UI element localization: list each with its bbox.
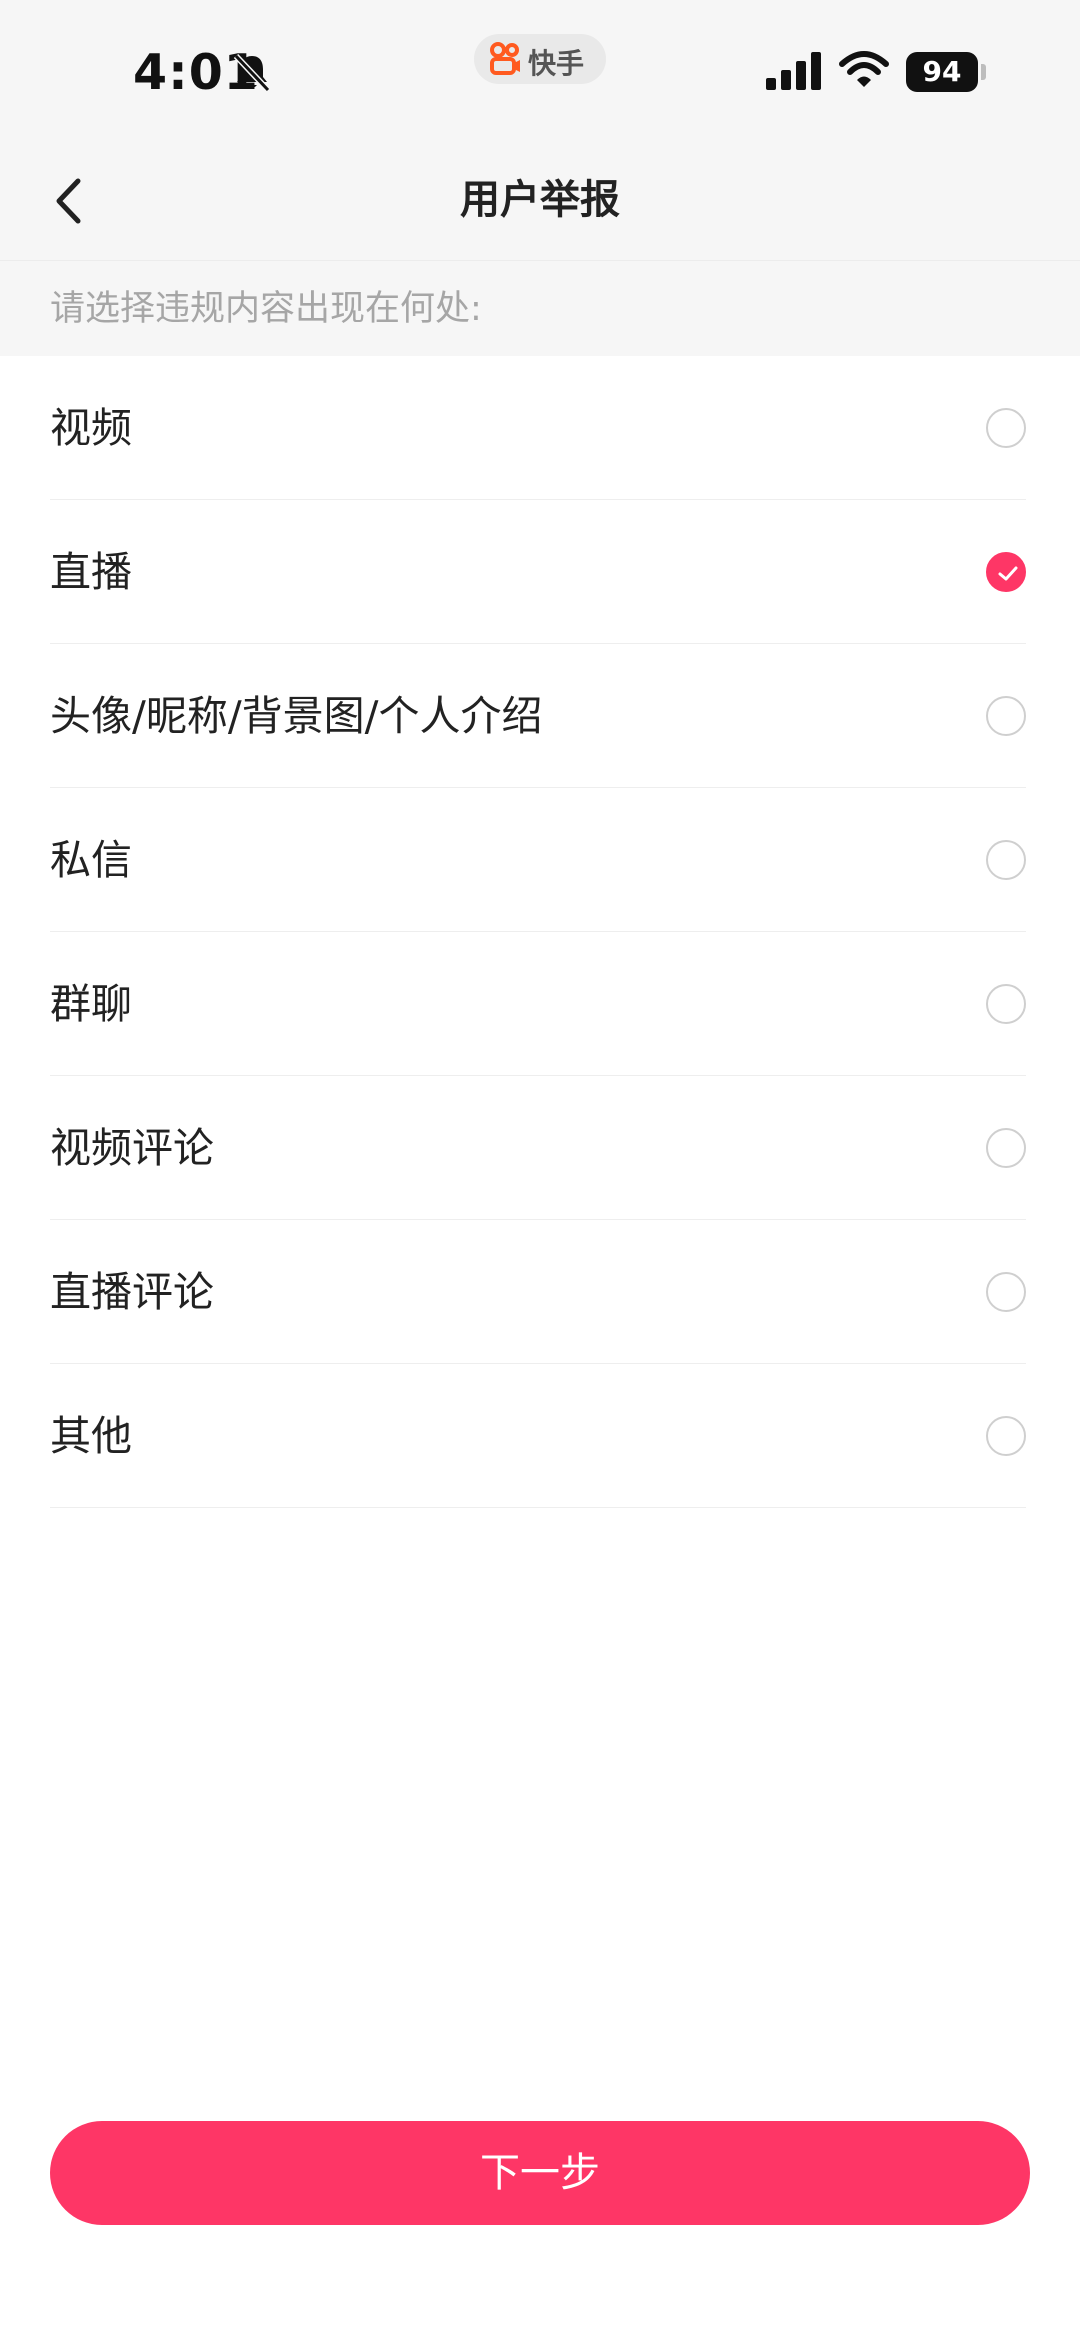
page-title: 用户举报: [460, 177, 620, 223]
status-bar: 4:01 快手 94: [0, 0, 1080, 140]
option-other[interactable]: 其他: [50, 1364, 1026, 1508]
back-button[interactable]: [40, 162, 100, 238]
option-label: 视频评论: [50, 1124, 214, 1172]
radio-unchecked-icon[interactable]: [986, 1416, 1026, 1456]
option-label: 直播: [50, 548, 132, 596]
wifi-icon: [839, 51, 889, 87]
option-label: 私信: [50, 836, 132, 884]
chevron-left-icon: [56, 178, 81, 224]
app-origin-label: 快手: [528, 47, 585, 80]
next-step-label: 下一步: [480, 2150, 600, 2196]
radio-unchecked-icon[interactable]: [986, 1128, 1026, 1168]
cellular-signal-icon: [766, 52, 821, 90]
option-label: 直播评论: [50, 1268, 214, 1316]
option-label: 头像/昵称/背景图/个人介绍: [50, 692, 543, 740]
battery-tip: [981, 64, 986, 80]
report-page: 4:01 快手 94 用户举报 请选择违规内容出现在何处: 视频 直播 头像/昵…: [0, 0, 1080, 2341]
prompt-text: 请选择违规内容出现在何处:: [50, 289, 482, 329]
option-label: 群聊: [50, 980, 132, 1028]
nav-bar: 用户举报: [0, 140, 1080, 260]
option-private-message[interactable]: 私信: [50, 788, 1026, 932]
battery-indicator: 94: [906, 52, 978, 92]
checkmark-icon: [998, 566, 1018, 581]
option-profile-info[interactable]: 头像/昵称/背景图/个人介绍: [50, 644, 1026, 788]
option-label: 其他: [50, 1412, 132, 1460]
app-origin-badge[interactable]: 快手: [474, 34, 606, 84]
option-group-chat[interactable]: 群聊: [50, 932, 1026, 1076]
bell-muted-icon: [233, 53, 271, 93]
kuaishou-logo-icon: [490, 42, 520, 75]
radio-checked-icon[interactable]: [986, 552, 1026, 592]
report-location-options: 视频 直播 头像/昵称/背景图/个人介绍 私信 群聊 视频评论 直播评论 其他: [0, 356, 1080, 1508]
radio-unchecked-icon[interactable]: [986, 984, 1026, 1024]
radio-unchecked-icon[interactable]: [986, 696, 1026, 736]
battery-level: 94: [922, 55, 962, 88]
option-video[interactable]: 视频: [50, 356, 1026, 500]
prompt-section: 请选择违规内容出现在何处:: [0, 260, 1080, 356]
option-label: 视频: [50, 404, 132, 452]
next-step-button[interactable]: 下一步: [50, 2121, 1030, 2225]
radio-unchecked-icon[interactable]: [986, 1272, 1026, 1312]
option-live-comment[interactable]: 直播评论: [50, 1220, 1026, 1364]
option-video-comment[interactable]: 视频评论: [50, 1076, 1026, 1220]
radio-unchecked-icon[interactable]: [986, 408, 1026, 448]
radio-unchecked-icon[interactable]: [986, 840, 1026, 880]
option-live[interactable]: 直播: [50, 500, 1026, 644]
